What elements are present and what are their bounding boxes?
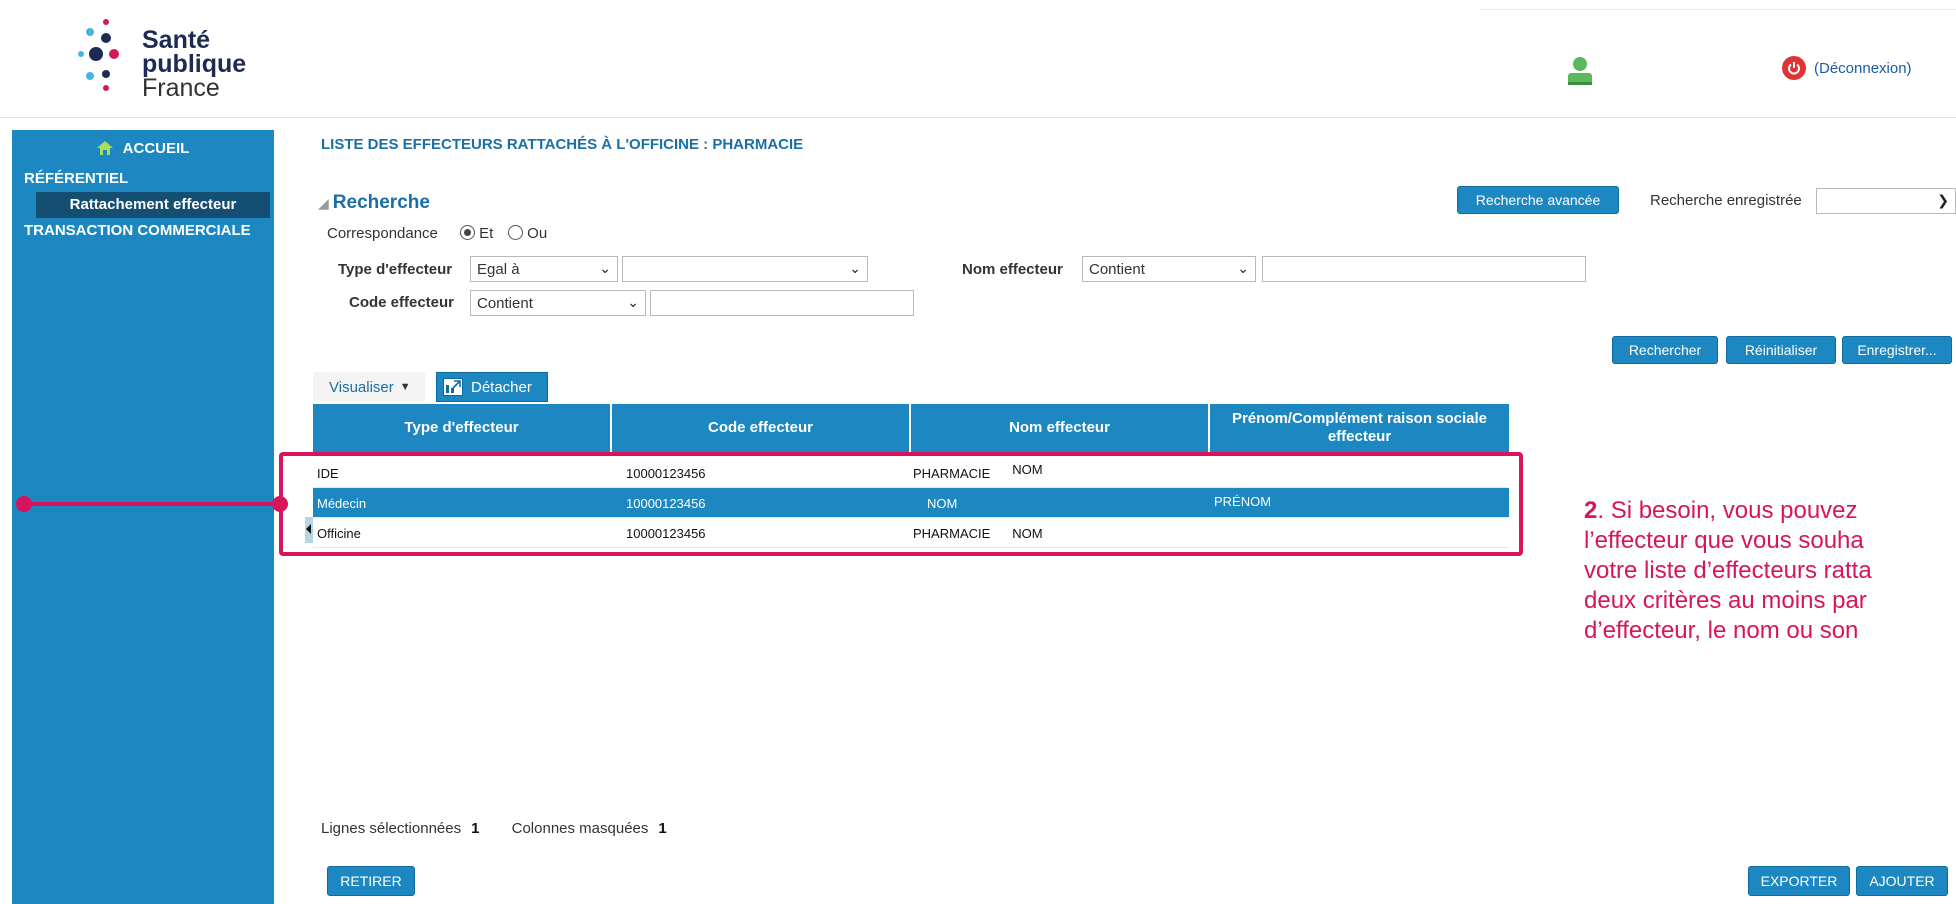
radio-et[interactable]: Et — [460, 225, 493, 242]
annotation-line: deux critères au moins par — [1584, 587, 1867, 614]
pointer-line — [24, 502, 280, 506]
sidebar-item-accueil[interactable]: ACCUEIL — [12, 130, 274, 166]
sante-publique-logo[interactable]: Santé publique France — [76, 18, 256, 110]
exporter-button[interactable]: EXPORTER — [1748, 866, 1850, 896]
logout-label: (Déconnexion) — [1814, 59, 1912, 77]
code-operator-select[interactable]: Contient ⌄ — [470, 290, 646, 316]
collapse-triangle-icon: ◢ — [318, 194, 329, 211]
code-effecteur-label: Code effecteur — [349, 294, 455, 311]
detach-icon — [443, 378, 463, 396]
column-header-prenom[interactable]: Prénom/Complément raison sociale effecte… — [1210, 404, 1509, 452]
app-header: Santé publique France (Déconnexion) — [0, 0, 1956, 118]
sidebar-item-rattachement[interactable]: Rattachement effecteur — [36, 192, 270, 218]
sidebar: ACCUEIL RÉFÉRENTIEL Rattachement effecte… — [12, 130, 274, 904]
sidebar-section-referentiel[interactable]: RÉFÉRENTIEL — [12, 166, 274, 192]
table-header: Type d'effecteur Code effecteur Nom effe… — [313, 404, 1509, 452]
pointer-dot-right — [272, 496, 288, 512]
rechercher-button[interactable]: Rechercher — [1612, 336, 1718, 364]
hidden-count: 1 — [658, 820, 667, 837]
selected-count: 1 — [471, 820, 480, 837]
logo-line-1: Santé — [142, 26, 211, 54]
ajouter-button[interactable]: AJOUTER — [1856, 866, 1948, 896]
table-status: Lignes sélectionnées 1 Colonnes masquées 1 — [321, 820, 667, 837]
highlight-frame — [279, 452, 1523, 556]
correspondance-label: Correspondance — [327, 225, 438, 242]
annotation-text: 2. Si besoin, vous pouvez l’effecteur qu… — [1584, 496, 1956, 646]
column-header-nom[interactable]: Nom effecteur — [911, 404, 1210, 452]
nom-effecteur-input[interactable] — [1262, 256, 1586, 282]
code-effecteur-input[interactable] — [650, 290, 914, 316]
sidebar-item-label: ACCUEIL — [122, 139, 190, 157]
radio-ou-button[interactable] — [508, 225, 523, 240]
annotation-line: votre liste d’effecteurs ratta — [1584, 557, 1872, 584]
detacher-button[interactable]: Détacher — [436, 372, 548, 402]
column-header-code[interactable]: Code effecteur — [612, 404, 911, 452]
home-icon — [96, 141, 113, 155]
caret-down-icon: ▼ — [399, 381, 411, 393]
logout-link[interactable]: (Déconnexion) — [1782, 56, 1912, 80]
type-operator-select[interactable]: Egal à ⌄ — [470, 256, 618, 282]
type-value-select[interactable]: ⌄ — [622, 256, 868, 282]
visualiser-menu[interactable]: Visualiser ▼ — [313, 372, 425, 402]
chevron-down-icon: ❯ — [1937, 192, 1949, 208]
type-effecteur-label: Type d'effecteur — [338, 261, 453, 278]
logo-line-3: France — [142, 74, 220, 102]
logo-dots-icon — [78, 19, 119, 91]
reinitialiser-button[interactable]: Réinitialiser — [1726, 336, 1836, 364]
pointer-dot-left — [16, 496, 32, 512]
chevron-down-icon: ⌄ — [599, 260, 611, 276]
power-icon — [1782, 56, 1806, 80]
retirer-button[interactable]: RETIRER — [327, 866, 415, 896]
chevron-down-icon: ⌄ — [1237, 260, 1249, 276]
chevron-down-icon: ⌄ — [849, 260, 861, 276]
radio-et-button[interactable] — [460, 225, 475, 240]
column-header-type[interactable]: Type d'effecteur — [313, 404, 612, 452]
page-title: LISTE DES EFFECTEURS RATTACHÉS À L'OFFIC… — [321, 136, 804, 153]
search-heading: Recherche — [332, 192, 430, 213]
saved-search-label: Recherche enregistrée — [1650, 192, 1802, 209]
header-divider — [1480, 9, 1956, 10]
chevron-down-icon: ⌄ — [627, 294, 639, 310]
radio-ou[interactable]: Ou — [508, 225, 547, 242]
nom-effecteur-label: Nom effecteur — [962, 261, 1063, 278]
user-icon[interactable] — [1566, 56, 1594, 86]
logo-line-2: publique — [142, 50, 247, 78]
nom-operator-select[interactable]: Contient ⌄ — [1082, 256, 1256, 282]
annotation-number: 2 — [1584, 497, 1598, 524]
annotation-line: d’effecteur, le nom ou son — [1584, 617, 1859, 644]
advanced-search-button[interactable]: Recherche avancée — [1457, 186, 1619, 214]
annotation-line: l’effecteur que vous souha — [1584, 527, 1864, 554]
saved-search-select[interactable]: ❯ — [1816, 188, 1956, 214]
enregistrer-button[interactable]: Enregistrer... — [1842, 336, 1952, 364]
sidebar-section-transaction[interactable]: TRANSACTION COMMERCIALE — [12, 218, 274, 244]
search-panel-toggle[interactable]: ◢ Recherche — [318, 192, 430, 214]
